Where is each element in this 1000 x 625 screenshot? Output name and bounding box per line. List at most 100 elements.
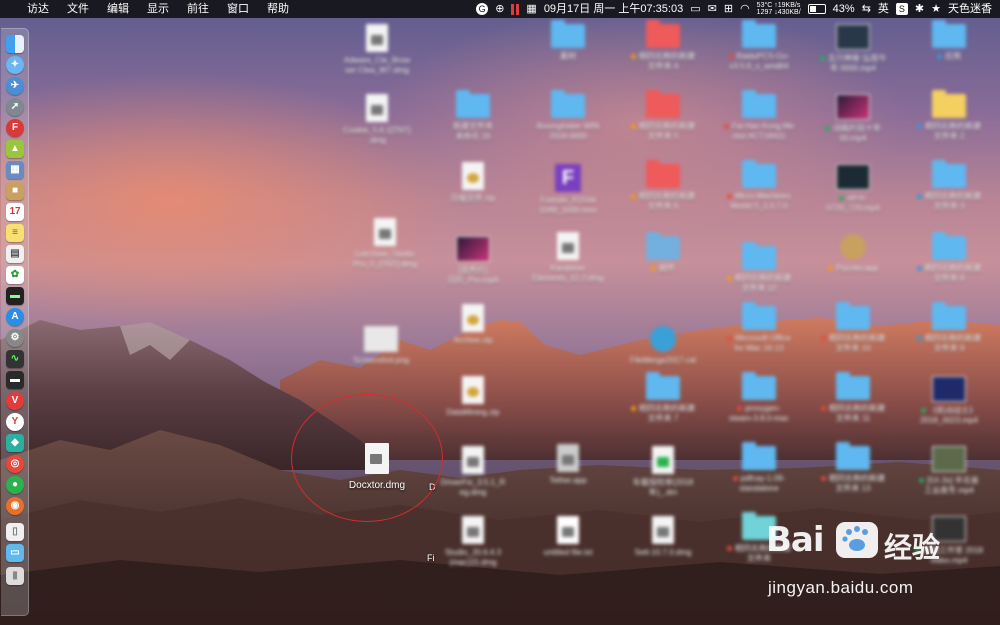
desktop-folder[interactable]: 相同名称的新建 文件夹 9	[904, 302, 994, 354]
calendar-icon[interactable]: 17	[6, 203, 24, 221]
photos-icon[interactable]: ▤	[6, 245, 24, 263]
desktop-file[interactable]: Sett-10.7.0.dmg	[618, 516, 708, 558]
activity-icon[interactable]: ∿	[6, 350, 24, 368]
vivaldi-icon[interactable]: V	[6, 392, 24, 410]
desktop-folder[interactable]: 相同名称的新建 文件夹 11	[808, 372, 898, 424]
battery-icon[interactable]	[807, 4, 826, 14]
desktop-folder[interactable]: 相同名称的新建 文件夹 6	[618, 160, 708, 212]
desktop-file[interactable]: elf-H- 0720_720.mp4	[808, 164, 898, 214]
flashcard-icon[interactable]: F	[6, 119, 24, 137]
desktop-folder[interactable]: 相同名称的新建 文件夹 5	[618, 90, 708, 142]
desktop-file[interactable]: Tether.app	[523, 444, 613, 486]
desktop-file[interactable]: Adware_Cle_Brow ser Clea_W7.dmg	[332, 24, 422, 76]
terminal-icon[interactable]: ▬	[6, 287, 24, 305]
compass-icon[interactable]: ✈	[6, 77, 24, 95]
photos-app-icon[interactable]: ✿	[6, 266, 24, 284]
desktop-folder[interactable]: proxygen-steam-3.8.0-mac	[714, 372, 804, 424]
display-icon[interactable]: ▭	[690, 0, 700, 18]
android-icon[interactable]: ▲	[6, 140, 24, 158]
finder-icon[interactable]	[6, 35, 24, 53]
launchpad-icon[interactable]: ➚	[6, 98, 24, 116]
globe-icon[interactable]: ⊕	[495, 0, 504, 18]
system-stats[interactable]: 53°C ↑19KB/s 1297 ↓430KB/	[757, 2, 801, 16]
star-icon[interactable]: ★	[931, 0, 941, 18]
desktop-file[interactable]: Studio_20.6.4.3 (mac)15.dmg	[428, 516, 518, 568]
settings-icon[interactable]: ⚙	[6, 329, 24, 347]
desktop-folder[interactable]: 相同名称的新建 文件夹 8	[904, 232, 994, 284]
desktop-file[interactable]: 《机动战士》 2018_0023.mp4	[904, 376, 994, 426]
desktop-folder[interactable]: BaiduPCS-Go-v3.5.6_x_amd64	[714, 20, 804, 72]
sync-icon[interactable]: G	[476, 3, 489, 15]
desktop-folder[interactable]: 相同名称的新建 文件夹 12	[714, 242, 804, 294]
desktop-folder[interactable]: Microsoft Office for Mac 16.13	[714, 302, 804, 354]
menu-file[interactable]: 文件	[58, 0, 98, 18]
desktop-folder[interactable]: 新建文件夹 未命名 16	[428, 90, 518, 142]
desktop-folder[interactable]: 相同名称的新建 文件夹 2	[904, 90, 994, 142]
safari-icon[interactable]: ✦	[6, 56, 24, 74]
desktop-file[interactable]: 车载保险单(2018 年)_.dm	[618, 446, 708, 498]
desktop-file[interactable]: [5X-3x] 半北省 工业高专.mp4	[904, 446, 994, 496]
mail-icon[interactable]: ✉	[708, 0, 717, 18]
user-name[interactable]: 天色迷香	[948, 0, 992, 18]
menu-view[interactable]: 显示	[138, 0, 178, 18]
appstore-icon[interactable]: A	[6, 308, 24, 326]
trash-icon[interactable]: ▮	[6, 567, 24, 585]
weibo-icon[interactable]: ◎	[6, 455, 24, 473]
desktop-file[interactable]: 动画片段十年 00.mp4	[808, 94, 898, 144]
menu-go[interactable]: 前往	[178, 0, 218, 18]
desktop-folder[interactable]: Boxingfolder WIN 2018.0000	[523, 90, 613, 142]
desktop-file[interactable]: [宣传片] 日历_Pro.mp4	[428, 236, 518, 286]
folder-icon	[932, 232, 966, 260]
desktop-folder[interactable]: 相同名称的新建 文件夹 13	[808, 442, 898, 494]
game-icon[interactable]: ◆	[6, 434, 24, 452]
desktop-folder[interactable]: 应用	[904, 20, 994, 62]
menu-edit[interactable]: 编辑	[98, 0, 138, 18]
folder-icon	[836, 442, 870, 470]
folder-icon[interactable]: ▭	[6, 544, 24, 562]
desktop-file[interactable]: Puzzler.app	[808, 234, 898, 274]
desktop-file[interactable]: 五只神兽 弘观今年 0000.mp4	[808, 24, 898, 74]
installer-icon[interactable]: ▯	[6, 523, 24, 541]
wifi-icon[interactable]: ◠	[740, 0, 750, 18]
desktop-file[interactable]: Cookie_5.6.1[TNT] .dmg	[332, 94, 422, 146]
desktop-file[interactable]: F Fortnite_R1544 1049_1000.mov	[523, 164, 613, 216]
control-icon[interactable]: ⇆	[862, 0, 871, 18]
desktop-folder[interactable]: Micro Machines World S_1.0.7.0	[714, 160, 804, 212]
grid-icon[interactable]: ⊞	[724, 0, 733, 18]
desktop-file[interactable]: Archive.zip	[428, 304, 518, 346]
input-method[interactable]: 英	[878, 0, 889, 18]
desktop-file[interactable]: LetsView_Studio Pro_5_[TNT].dmg	[340, 218, 430, 270]
menu-help[interactable]: 帮助	[258, 0, 298, 18]
bluetooth-icon[interactable]: ✱	[915, 0, 924, 18]
menu-finder[interactable]: 访达	[18, 0, 58, 18]
wechat-icon[interactable]: ●	[6, 476, 24, 494]
desktop-folder[interactable]: 相同名称的新建 文件夹 4	[618, 20, 708, 72]
preview-icon[interactable]: ▦	[6, 161, 24, 179]
desktop-folder[interactable]: 相同名称的新建 文件夹 3	[904, 160, 994, 212]
ubuntu-icon[interactable]: ◉	[6, 497, 24, 515]
screenshot-icon	[364, 326, 398, 352]
desktop-folder[interactable]: 邮件	[618, 232, 708, 274]
desktop-folder[interactable]: Fai Hao Kong Me ntor ACT18411	[714, 90, 804, 142]
desktop-file[interactable]: FileMerge2017.cal	[618, 326, 708, 366]
desktop-folder[interactable]: 相同名称的新建 文件夹 10	[808, 302, 898, 354]
menu-bar: 访达 文件 编辑 显示 前往 窗口 帮助 G ⊕ ▦ 09月17日 周一 上午0…	[0, 0, 1000, 18]
desktop-file[interactable]: Screenshot.png	[336, 326, 426, 366]
desktop-file[interactable]: 压缩文件.zip	[428, 162, 518, 204]
desktop-folder[interactable]: pdfcay-1.09- standalone	[714, 442, 804, 494]
desktop-file[interactable]: untitled file.txt	[523, 516, 613, 558]
datetime[interactable]: 09月17日 周一 上午07:35:03	[544, 0, 683, 18]
desktop-folder[interactable]: 素材	[523, 20, 613, 62]
desktop-file[interactable]: Karabiner Elements_12.2.dmg	[523, 232, 613, 284]
console-icon[interactable]: ▬	[6, 371, 24, 389]
desktop-folder[interactable]: 相同名称的新建 文件夹 7	[618, 372, 708, 424]
box-icon[interactable]: ■	[6, 182, 24, 200]
record-icon[interactable]	[511, 3, 520, 15]
folder-icon	[932, 20, 966, 48]
yandex-icon[interactable]: Y	[6, 413, 24, 431]
notes-icon[interactable]: ≡	[6, 224, 24, 242]
menu-window[interactable]: 窗口	[218, 0, 258, 18]
s-app-icon[interactable]: S	[895, 3, 908, 15]
desktop-file[interactable]: DataMining.zip	[428, 376, 518, 418]
app-icon	[650, 326, 676, 352]
